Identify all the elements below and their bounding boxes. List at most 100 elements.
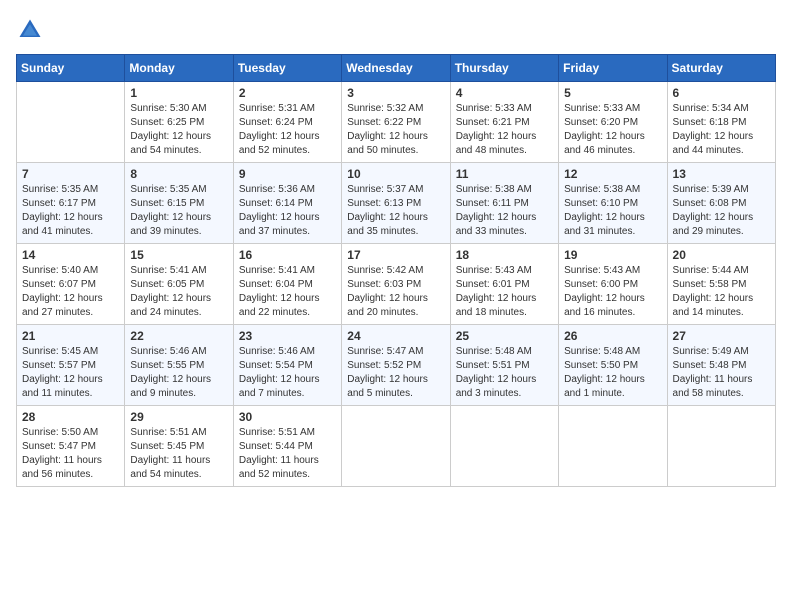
calendar-cell: 26 Sunrise: 5:48 AM Sunset: 5:50 PM Dayli… [559,325,667,406]
day-number: 25 [456,329,553,343]
calendar-cell: 19 Sunrise: 5:43 AM Sunset: 6:00 PM Dayli… [559,244,667,325]
day-info: Sunrise: 5:47 AM Sunset: 5:52 PM Dayligh… [347,345,444,401]
day-info: Sunrise: 5:30 AM Sunset: 6:25 PM Dayligh… [130,102,227,158]
day-number: 9 [239,167,336,181]
calendar-week-row: 14 Sunrise: 5:40 AM Sunset: 6:07 PM Dayli… [17,244,776,325]
day-of-week-header: Saturday [667,55,775,82]
day-number: 3 [347,86,444,100]
calendar-cell [450,406,558,487]
calendar-cell [342,406,450,487]
day-number: 2 [239,86,336,100]
calendar-week-row: 7 Sunrise: 5:35 AM Sunset: 6:17 PM Daylig… [17,163,776,244]
calendar-cell: 9 Sunrise: 5:36 AM Sunset: 6:14 PM Daylig… [233,163,341,244]
day-number: 16 [239,248,336,262]
day-number: 23 [239,329,336,343]
day-number: 11 [456,167,553,181]
day-of-week-header: Tuesday [233,55,341,82]
day-info: Sunrise: 5:51 AM Sunset: 5:45 PM Dayligh… [130,426,227,482]
day-info: Sunrise: 5:48 AM Sunset: 5:50 PM Dayligh… [564,345,661,401]
calendar-header-row: SundayMondayTuesdayWednesdayThursdayFrid… [17,55,776,82]
calendar-cell: 7 Sunrise: 5:35 AM Sunset: 6:17 PM Daylig… [17,163,125,244]
day-number: 27 [673,329,770,343]
day-number: 17 [347,248,444,262]
day-info: Sunrise: 5:35 AM Sunset: 6:17 PM Dayligh… [22,183,119,239]
day-info: Sunrise: 5:33 AM Sunset: 6:21 PM Dayligh… [456,102,553,158]
calendar-cell: 27Sunrise: 5:49 AM Sunset: 5:48 PM Dayli… [667,325,775,406]
day-number: 24 [347,329,444,343]
day-number: 10 [347,167,444,181]
calendar-cell: 25 Sunrise: 5:48 AM Sunset: 5:51 PM Dayli… [450,325,558,406]
day-number: 19 [564,248,661,262]
calendar-cell: 17 Sunrise: 5:42 AM Sunset: 6:03 PM Dayli… [342,244,450,325]
day-number: 30 [239,410,336,424]
page-header [16,16,776,44]
calendar-cell [17,82,125,163]
day-info: Sunrise: 5:33 AM Sunset: 6:20 PM Dayligh… [564,102,661,158]
day-number: 6 [673,86,770,100]
day-number: 28 [22,410,119,424]
calendar-cell: 6 Sunrise: 5:34 AM Sunset: 6:18 PM Daylig… [667,82,775,163]
calendar-week-row: 28 Sunrise: 5:50 AM Sunset: 5:47 PM Dayli… [17,406,776,487]
day-number: 29 [130,410,227,424]
day-number: 8 [130,167,227,181]
day-info: Sunrise: 5:37 AM Sunset: 6:13 PM Dayligh… [347,183,444,239]
calendar-cell: 24 Sunrise: 5:47 AM Sunset: 5:52 PM Dayli… [342,325,450,406]
calendar-cell: 20Sunrise: 5:44 AM Sunset: 5:58 PM Dayli… [667,244,775,325]
calendar-cell: 2 Sunrise: 5:31 AM Sunset: 6:24 PM Daylig… [233,82,341,163]
day-info: Sunrise: 5:46 AM Sunset: 5:55 PM Dayligh… [130,345,227,401]
calendar-cell [667,406,775,487]
calendar-week-row: 21Sunrise: 5:45 AM Sunset: 5:57 PM Dayli… [17,325,776,406]
day-info: Sunrise: 5:34 AM Sunset: 6:18 PM Dayligh… [673,102,770,158]
day-info: Sunrise: 5:41 AM Sunset: 6:05 PM Dayligh… [130,264,227,320]
calendar-cell: 22Sunrise: 5:46 AM Sunset: 5:55 PM Dayli… [125,325,233,406]
day-info: Sunrise: 5:38 AM Sunset: 6:11 PM Dayligh… [456,183,553,239]
day-number: 26 [564,329,661,343]
day-info: Sunrise: 5:41 AM Sunset: 6:04 PM Dayligh… [239,264,336,320]
calendar-cell: 1Sunrise: 5:30 AM Sunset: 6:25 PM Daylig… [125,82,233,163]
day-number: 7 [22,167,119,181]
day-info: Sunrise: 5:50 AM Sunset: 5:47 PM Dayligh… [22,426,119,482]
calendar-cell: 18Sunrise: 5:43 AM Sunset: 6:01 PM Dayli… [450,244,558,325]
day-number: 12 [564,167,661,181]
day-number: 14 [22,248,119,262]
day-info: Sunrise: 5:32 AM Sunset: 6:22 PM Dayligh… [347,102,444,158]
day-number: 18 [456,248,553,262]
calendar-cell [559,406,667,487]
calendar-cell: 12 Sunrise: 5:38 AM Sunset: 6:10 PM Dayli… [559,163,667,244]
calendar-cell: 5 Sunrise: 5:33 AM Sunset: 6:20 PM Daylig… [559,82,667,163]
calendar-table: SundayMondayTuesdayWednesdayThursdayFrid… [16,54,776,487]
calendar-cell: 16 Sunrise: 5:41 AM Sunset: 6:04 PM Dayli… [233,244,341,325]
day-number: 5 [564,86,661,100]
day-info: Sunrise: 5:35 AM Sunset: 6:15 PM Dayligh… [130,183,227,239]
day-info: Sunrise: 5:46 AM Sunset: 5:54 PM Dayligh… [239,345,336,401]
calendar-cell: 15Sunrise: 5:41 AM Sunset: 6:05 PM Dayli… [125,244,233,325]
calendar-cell: 30Sunrise: 5:51 AM Sunset: 5:44 PM Dayli… [233,406,341,487]
day-of-week-header: Monday [125,55,233,82]
calendar-cell: 10 Sunrise: 5:37 AM Sunset: 6:13 PM Dayli… [342,163,450,244]
calendar-cell: 23 Sunrise: 5:46 AM Sunset: 5:54 PM Dayli… [233,325,341,406]
calendar-cell: 3 Sunrise: 5:32 AM Sunset: 6:22 PM Daylig… [342,82,450,163]
day-number: 13 [673,167,770,181]
calendar-week-row: 1Sunrise: 5:30 AM Sunset: 6:25 PM Daylig… [17,82,776,163]
day-of-week-header: Thursday [450,55,558,82]
day-info: Sunrise: 5:42 AM Sunset: 6:03 PM Dayligh… [347,264,444,320]
day-of-week-header: Sunday [17,55,125,82]
logo-icon [16,16,44,44]
day-of-week-header: Friday [559,55,667,82]
day-info: Sunrise: 5:36 AM Sunset: 6:14 PM Dayligh… [239,183,336,239]
calendar-cell: 28 Sunrise: 5:50 AM Sunset: 5:47 PM Dayli… [17,406,125,487]
calendar-cell: 21Sunrise: 5:45 AM Sunset: 5:57 PM Dayli… [17,325,125,406]
calendar-cell: 14 Sunrise: 5:40 AM Sunset: 6:07 PM Dayli… [17,244,125,325]
day-number: 4 [456,86,553,100]
day-info: Sunrise: 5:43 AM Sunset: 6:00 PM Dayligh… [564,264,661,320]
calendar-cell: 13 Sunrise: 5:39 AM Sunset: 6:08 PM Dayli… [667,163,775,244]
day-info: Sunrise: 5:39 AM Sunset: 6:08 PM Dayligh… [673,183,770,239]
day-info: Sunrise: 5:31 AM Sunset: 6:24 PM Dayligh… [239,102,336,158]
day-number: 21 [22,329,119,343]
day-info: Sunrise: 5:38 AM Sunset: 6:10 PM Dayligh… [564,183,661,239]
day-info: Sunrise: 5:40 AM Sunset: 6:07 PM Dayligh… [22,264,119,320]
day-info: Sunrise: 5:48 AM Sunset: 5:51 PM Dayligh… [456,345,553,401]
logo [16,16,48,44]
calendar-cell: 11 Sunrise: 5:38 AM Sunset: 6:11 PM Dayli… [450,163,558,244]
calendar-cell: 29 Sunrise: 5:51 AM Sunset: 5:45 PM Dayli… [125,406,233,487]
